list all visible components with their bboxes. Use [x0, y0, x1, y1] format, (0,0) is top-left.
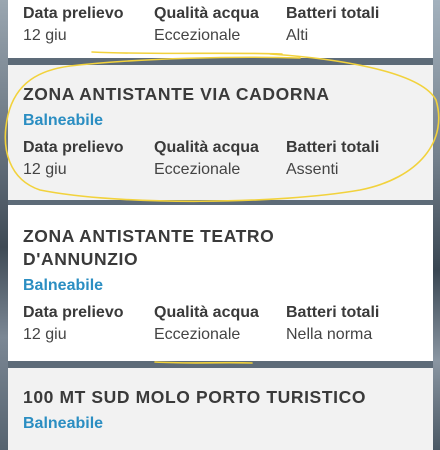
beach-card[interactable]: Data prelievo 12 giu Qualità acqua Eccez… [8, 0, 433, 58]
background-photo-left [0, 0, 8, 450]
water-quality-column: Qualità acqua Eccezionale [154, 303, 259, 345]
water-quality-label: Qualità acqua [154, 139, 259, 156]
water-quality-label: Qualità acqua [154, 5, 259, 22]
total-bacteria-column: Batteri totali Nella norma [286, 303, 379, 345]
background-photo-right [433, 0, 440, 450]
water-quality-column: Qualità acqua Eccezionale [154, 138, 259, 180]
total-bacteria-value: Nella norma [286, 326, 373, 343]
bathing-status: Balneabile [23, 112, 104, 129]
beach-card[interactable]: ZONA ANTISTANTE TEATRO D'ANNUNZIO Balnea… [8, 205, 433, 361]
sample-date-value: 12 giu [23, 326, 67, 343]
sample-date-label: Data prelievo [23, 304, 124, 321]
water-quality-value: Eccezionale [154, 27, 241, 44]
beach-name: 100 MT SUD MOLO PORTO TURISTICO [23, 387, 367, 407]
beach-name: ZONA ANTISTANTE VIA CADORNA [23, 84, 330, 104]
card-details: Data prelievo 12 giu Qualità acqua Eccez… [23, 303, 433, 349]
sample-date-column: Data prelievo 12 giu [23, 303, 123, 345]
card-details: Data prelievo 12 giu Qualità acqua Eccez… [23, 138, 433, 184]
water-quality-value: Eccezionale [154, 326, 241, 343]
total-bacteria-label: Batteri totali [286, 139, 380, 156]
total-bacteria-column: Batteri totali Alti [286, 4, 379, 46]
card-details: Data prelievo 12 giu Qualità acqua Eccez… [23, 4, 433, 50]
total-bacteria-column: Batteri totali Assenti [286, 138, 379, 180]
water-quality-column: Qualità acqua Eccezionale [154, 4, 259, 46]
sample-date-value: 12 giu [23, 161, 67, 178]
sample-date-label: Data prelievo [23, 5, 124, 22]
sample-date-column: Data prelievo 12 giu [23, 138, 123, 180]
sample-date-value: 12 giu [23, 27, 67, 44]
beach-card[interactable]: ZONA ANTISTANTE VIA CADORNA Balneabile D… [8, 65, 433, 200]
sample-date-label: Data prelievo [23, 139, 124, 156]
water-quality-value: Eccezionale [154, 161, 241, 178]
sample-date-column: Data prelievo 12 giu [23, 4, 123, 46]
beach-name-line-2: D'ANNUNZIO [23, 249, 139, 269]
beach-name-line-1: ZONA ANTISTANTE TEATRO [23, 226, 275, 246]
water-quality-label: Qualità acqua [154, 304, 259, 321]
total-bacteria-value: Assenti [286, 161, 339, 178]
total-bacteria-value: Alti [286, 27, 309, 44]
bathing-status: Balneabile [23, 415, 104, 432]
beach-card[interactable]: 100 MT SUD MOLO PORTO TURISTICO Balneabi… [8, 368, 433, 450]
beach-results-list[interactable]: Data prelievo 12 giu Qualità acqua Eccez… [8, 0, 433, 450]
bathing-status: Balneabile [23, 277, 104, 294]
total-bacteria-label: Batteri totali [286, 304, 380, 321]
total-bacteria-label: Batteri totali [286, 5, 380, 22]
